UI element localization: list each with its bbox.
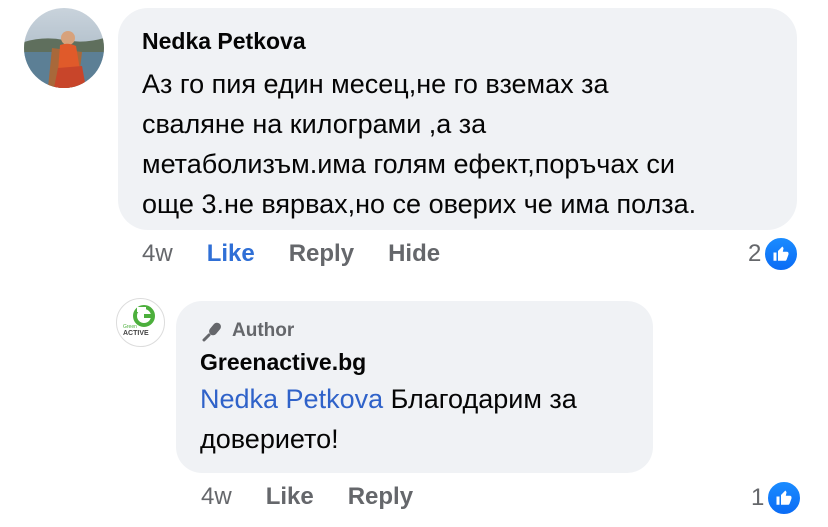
reply-button[interactable]: Reply bbox=[348, 483, 413, 511]
reply-timestamp[interactable]: 4w bbox=[201, 483, 232, 511]
reply-text-line: Nedka Petkova Благодарим за bbox=[200, 379, 627, 419]
logo-text: ACTIVE bbox=[123, 330, 149, 337]
author-badge: Author bbox=[200, 317, 627, 345]
microphone-icon bbox=[202, 322, 221, 342]
reply-text-line: доверието! bbox=[200, 424, 339, 454]
author-badge-label: Author bbox=[232, 320, 295, 341]
comment-text-line: метаболизъм.има голям ефект,поръчах си bbox=[142, 149, 675, 179]
reaction-count[interactable]: 1 bbox=[751, 480, 803, 516]
greenactive-logo: Green ACTIVE bbox=[123, 305, 155, 337]
comment-actions: 4w Like Reply Hide bbox=[142, 240, 474, 268]
mention-link[interactable]: Nedka Petkova bbox=[200, 384, 383, 414]
reaction-count-number: 1 bbox=[751, 484, 765, 511]
reaction-count[interactable]: 2 bbox=[748, 236, 800, 272]
comment-text: Аз го пия един месец,не го вземах за сва… bbox=[142, 64, 771, 224]
reply-text: Nedka Petkova Благодарим за доверието! bbox=[200, 379, 627, 459]
reaction-count-number: 2 bbox=[748, 240, 762, 267]
comment-bubble: Nedka Petkova Аз го пия един месец,не го… bbox=[118, 8, 797, 230]
comment-text-line: сваляне на килограми ,а за bbox=[142, 109, 487, 139]
reply-button[interactable]: Reply bbox=[289, 240, 354, 268]
reply-text-part: Благодарим за bbox=[383, 384, 577, 414]
avatar[interactable]: Green ACTIVE bbox=[116, 298, 165, 347]
comment-text-line: още 3.не вярвах,но се оверих че има полз… bbox=[142, 189, 697, 219]
reply-bubble: Author Greenactive.bg Nedka Petkova Благ… bbox=[176, 301, 653, 473]
comment-timestamp[interactable]: 4w bbox=[142, 240, 173, 268]
avatar[interactable] bbox=[24, 8, 104, 88]
reply-author-name[interactable]: Greenactive.bg bbox=[200, 347, 627, 377]
like-button[interactable]: Like bbox=[207, 240, 255, 268]
profile-photo bbox=[24, 8, 104, 88]
thumbs-up-icon bbox=[766, 480, 803, 516]
thumbs-up-icon bbox=[763, 236, 800, 272]
comment-text-line: Аз го пия един месец,не го вземах за bbox=[142, 69, 609, 99]
like-button[interactable]: Like bbox=[266, 483, 314, 511]
hide-button[interactable]: Hide bbox=[388, 240, 440, 268]
reply-actions: 4w Like Reply bbox=[201, 483, 447, 511]
comment-author-name[interactable]: Nedka Petkova bbox=[142, 26, 771, 56]
